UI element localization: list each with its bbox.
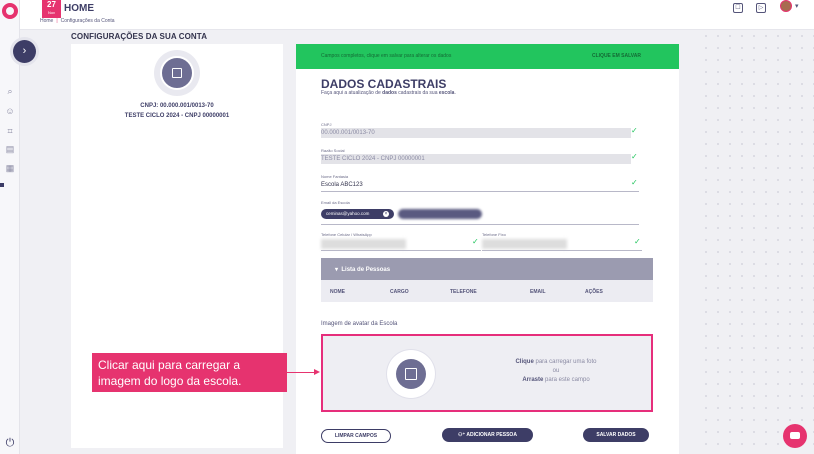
chevron-down-icon[interactable]: ▾ — [795, 2, 799, 10]
check-icon: ✓ — [631, 178, 638, 187]
add-person-button[interactable]: ⚇⁺ ADICIONAR PESSOA — [442, 428, 533, 442]
breadcrumb-home[interactable]: Home — [40, 18, 53, 24]
avatar-upload-label: Imagem de avatar da Escola — [321, 321, 398, 327]
column-acoes: AÇÕES — [585, 289, 603, 295]
profile-name: TESTE CICLO 2024 - CNPJ 00000001 — [124, 113, 230, 119]
nome-fantasia-underline — [321, 191, 639, 192]
status-banner: Campos completos, clique em salvar para … — [296, 44, 679, 69]
date-day: 27 — [47, 0, 56, 9]
check-icon: ✓ — [631, 152, 638, 161]
banner-save-link[interactable]: CLIQUE EM SALVAR — [592, 53, 641, 59]
banner-message: Campos completos, clique em salvar para … — [321, 53, 452, 59]
rail-active-marker — [0, 183, 4, 187]
razao-social-field: TESTE CICLO 2024 - CNPJ 00000001 — [321, 154, 631, 164]
breadcrumb-current: Configurações da Conta — [60, 18, 115, 24]
search-icon[interactable]: ⌕ — [5, 86, 15, 96]
check-icon: ✓ — [472, 237, 479, 246]
cnpj-field: 00.000.001/0013-70 — [321, 128, 631, 138]
column-email: EMAIL — [530, 289, 546, 295]
document-icon[interactable]: ▤ — [5, 144, 15, 154]
date-month: Nov — [47, 10, 56, 15]
column-nome: NOME — [330, 289, 345, 295]
page-header-title: HOME — [64, 3, 94, 14]
breadcrumb: Home | Configurações da Conta — [40, 18, 115, 24]
column-telefone: TELEFONE — [450, 289, 477, 295]
upload-avatar-placeholder[interactable] — [387, 350, 435, 398]
user-avatar[interactable] — [780, 0, 792, 12]
chip-remove-icon[interactable]: × — [383, 211, 389, 217]
telefone-fixo-label: Telefone Fixo — [482, 232, 506, 237]
email-chip[interactable]: ceminas@yahoo.com × — [321, 209, 394, 219]
left-rail: ⌕ ☺ ⌗ ▤ ▦ ⏻ — [0, 0, 20, 454]
expand-sidebar-button[interactable]: › — [13, 40, 36, 63]
chat-button[interactable] — [783, 424, 807, 448]
check-icon: ✓ — [631, 126, 638, 135]
app-logo[interactable] — [2, 3, 18, 19]
form-subtitle: Faça aqui a atualização de dados cadastr… — [321, 90, 456, 96]
drop-zone-instructions: Clique para carregar uma foto ou Arraste… — [515, 359, 597, 383]
check-icon: ✓ — [634, 237, 641, 246]
callout-arrow-line — [287, 372, 315, 373]
dotted-background — [700, 30, 814, 454]
people-table-header: NOME CARGO TELEFONE EMAIL AÇÕES — [321, 280, 653, 302]
people-list-title: ▾ Lista de Pessoas — [335, 267, 391, 273]
chat-icon — [790, 432, 800, 439]
image-icon — [405, 368, 417, 380]
email-label: Email da Escola — [321, 200, 350, 205]
tutorial-callout: Clicar aqui para carregar a imagem do lo… — [92, 353, 287, 392]
razao-social-label: Razão Social — [321, 148, 345, 153]
avatar-drop-zone[interactable]: Clique para carregar uma foto ou Arraste… — [321, 334, 653, 412]
celular-redacted — [321, 239, 406, 249]
report-icon[interactable]: ▦ — [5, 163, 15, 173]
school-avatar — [154, 50, 200, 96]
top-bar: 27 Nov HOME Home | Configurações da Conta … — [20, 0, 814, 30]
cnpj-label: CNPJ — [321, 122, 332, 127]
nome-fantasia-input[interactable]: Escola ABC123 — [321, 182, 363, 188]
people-list-header[interactable]: ▾ Lista de Pessoas — [321, 258, 653, 280]
registration-form-card: Campos completos, clique em salvar para … — [296, 44, 679, 454]
form-title: DADOS CADASTRAIS — [321, 77, 447, 91]
column-cargo: CARGO — [390, 289, 409, 295]
app-store-icon[interactable]: ☐ — [733, 3, 743, 13]
user-icon[interactable]: ☺ — [5, 106, 15, 116]
celular-underline[interactable] — [321, 250, 481, 251]
save-data-button[interactable]: SALVAR DADOS — [583, 428, 649, 442]
email-underline — [321, 224, 639, 225]
email-chip-redacted[interactable] — [398, 209, 482, 219]
image-icon — [172, 68, 182, 78]
telefone-fixo-underline[interactable] — [482, 250, 642, 251]
callout-arrow-head — [314, 369, 320, 375]
nome-fantasia-label: Nome Fantasia — [321, 174, 349, 179]
profile-cnpj: CNPJ: 00.000.001/0013-70 — [140, 103, 214, 109]
scan-icon[interactable]: ⌗ — [5, 126, 15, 136]
date-badge: 27 Nov — [42, 0, 61, 18]
celular-label: Telefone Celular / WhatsApp — [321, 232, 372, 237]
clear-fields-button[interactable]: LIMPAR CAMPOS — [321, 429, 391, 443]
power-icon[interactable]: ⏻ — [4, 437, 16, 449]
video-icon[interactable]: ▷ — [756, 3, 766, 13]
telefone-fixo-redacted — [482, 239, 567, 249]
page-title: CONFIGURAÇÕES DA SUA CONTA — [71, 32, 208, 41]
